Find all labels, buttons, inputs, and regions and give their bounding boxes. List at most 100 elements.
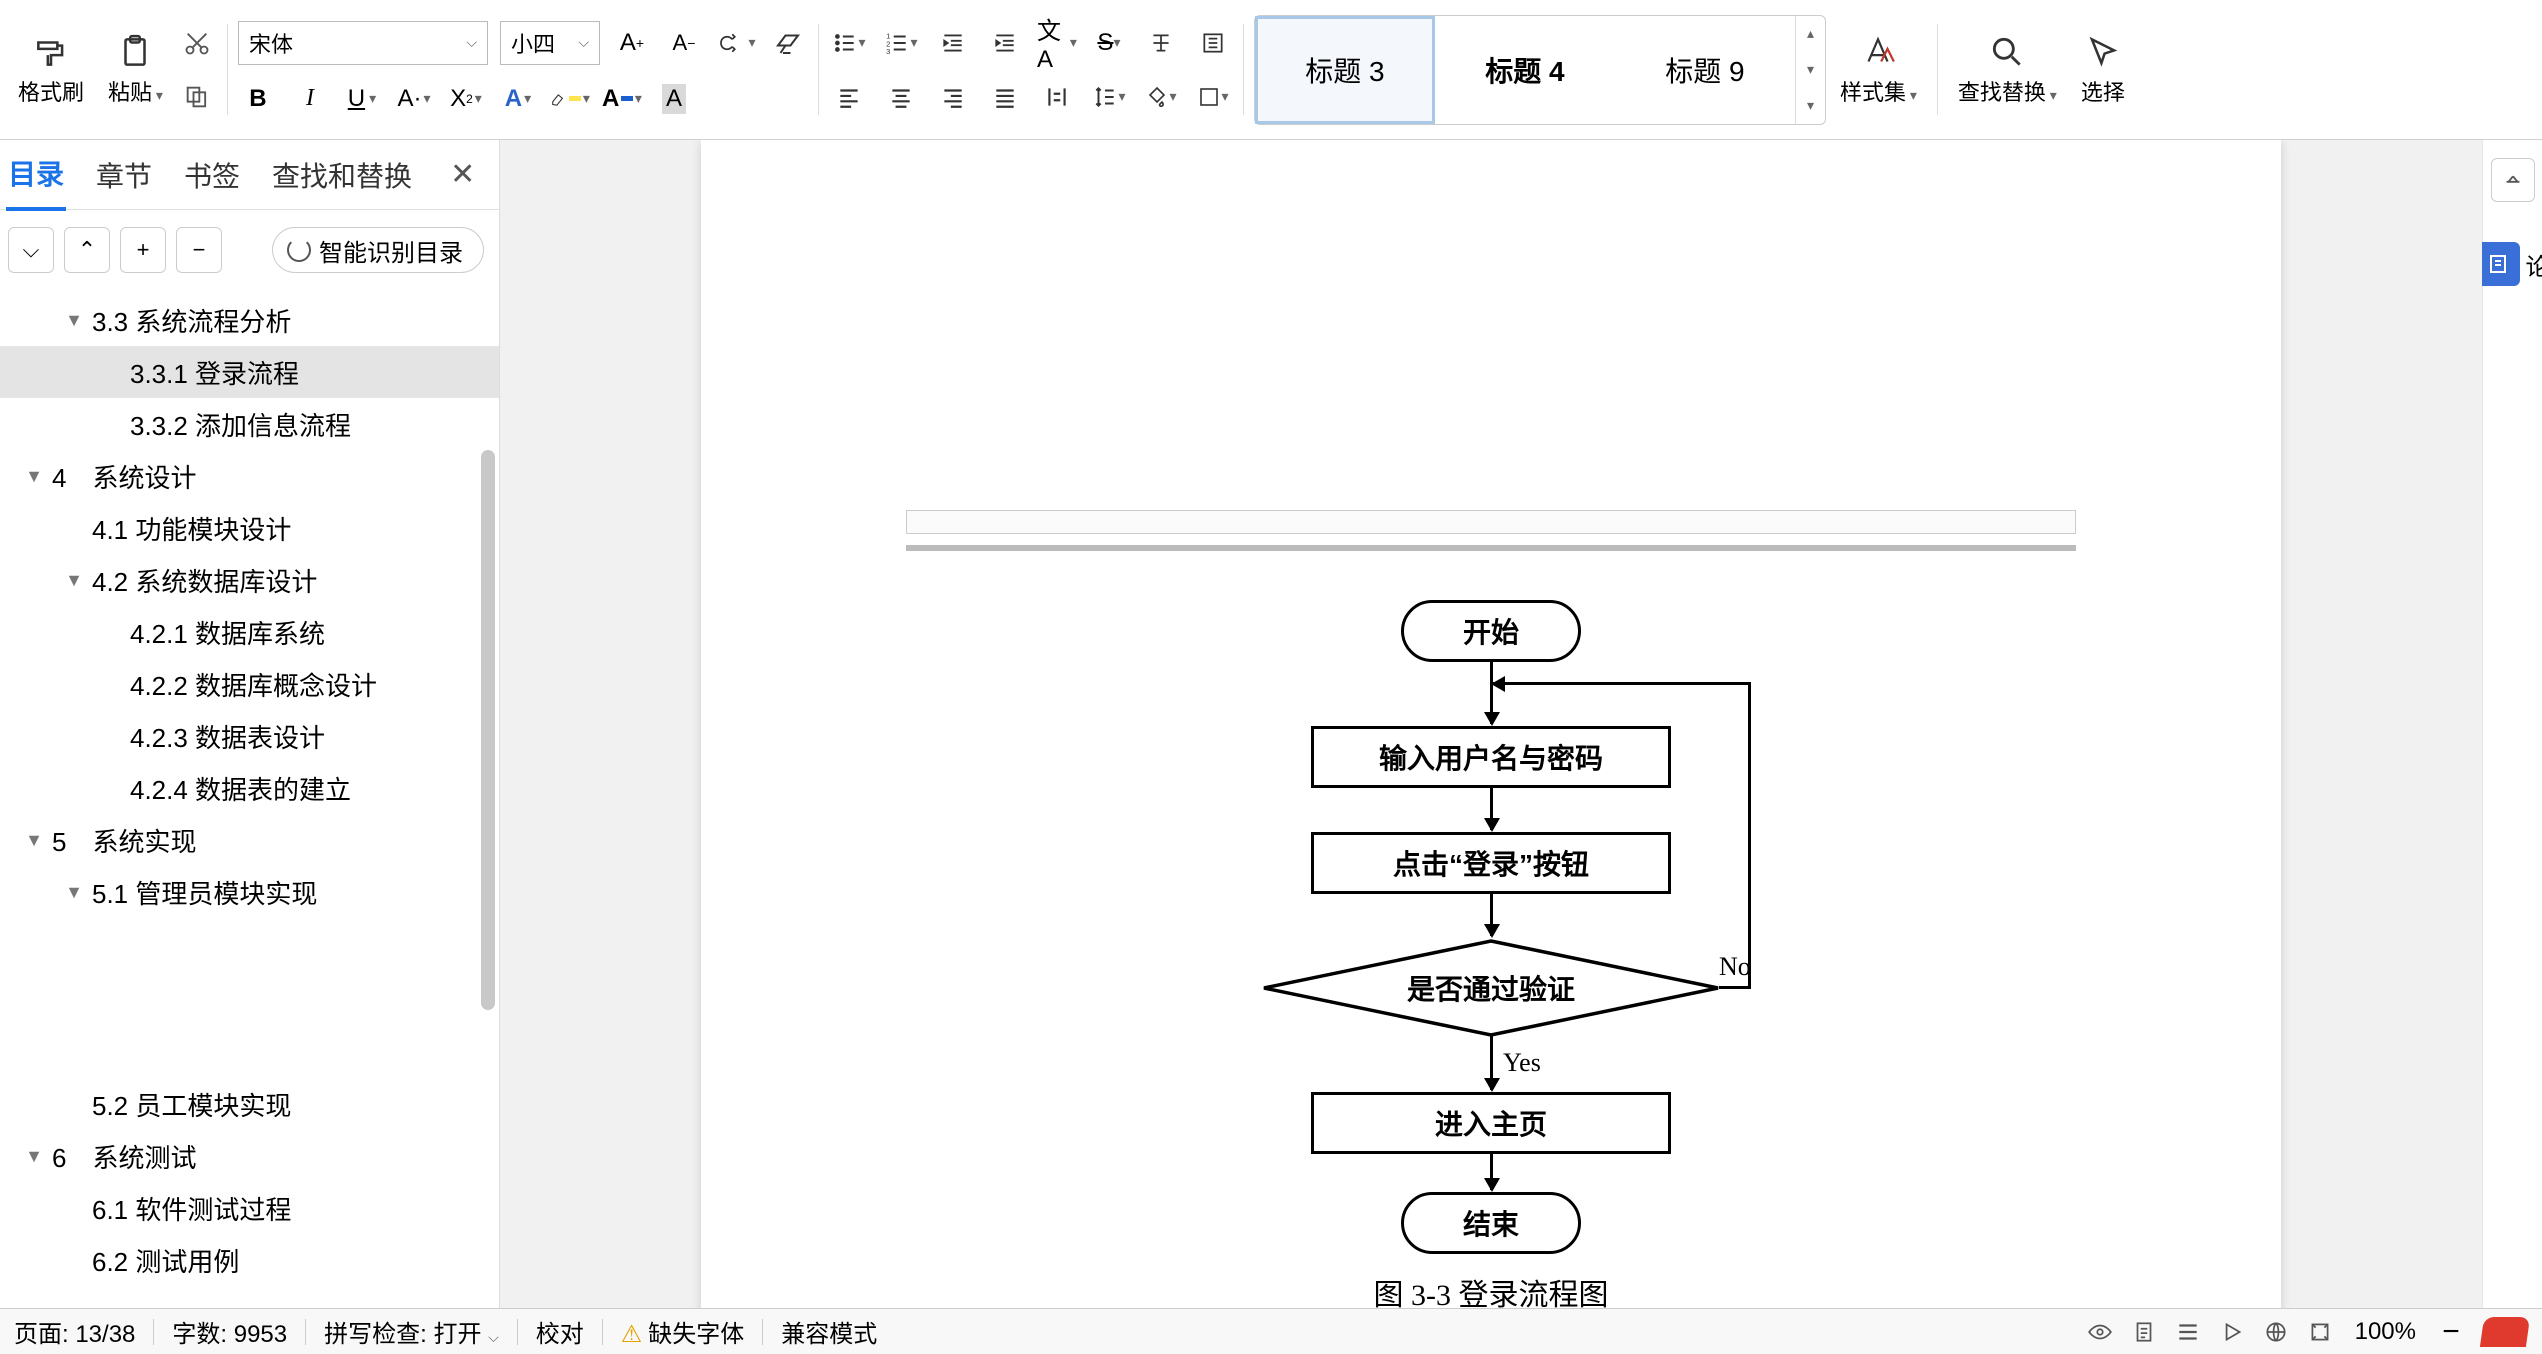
grow-font-button[interactable]: A+ [612,23,652,63]
shading-button[interactable]: ▾ [1141,77,1181,117]
view-globe-button[interactable] [2257,1313,2295,1351]
tab-bookmark[interactable]: 书签 [182,141,242,209]
select-button[interactable]: 选择 [2071,27,2135,113]
phonetic-guide-button[interactable] [1141,23,1181,63]
zoom-level[interactable]: 100% [2355,1318,2416,1346]
document-canvas[interactable]: 开始 输入用户名与密码 点击“登录”按钮 是否通过验证 No [500,140,2482,1308]
nav-remove-button[interactable]: − [176,227,222,273]
cut-button[interactable] [177,23,217,63]
expand-icon[interactable]: ▼ [22,466,46,487]
style-scroll-down[interactable]: ▾ [1796,52,1825,88]
tab-find-replace[interactable]: 查找和替换 [270,141,414,209]
style-expand[interactable]: ▾ [1796,88,1825,124]
style-heading-9[interactable]: 标题 9 [1615,16,1795,124]
status-missing-font[interactable]: ⚠缺失字体 [621,1314,745,1349]
bold-button[interactable]: B [238,79,278,119]
outline-scrollbar[interactable] [481,450,495,1010]
outline-item[interactable]: 3.3.2 添加信息流程 [0,398,499,450]
outline-item[interactable]: ▼4 系统设计 [0,450,499,502]
view-print-button[interactable] [2125,1313,2163,1351]
status-compat-mode[interactable]: 兼容模式 [781,1314,877,1349]
char-border-button[interactable] [1193,23,1233,63]
outline-item[interactable]: 4.2.1 数据库系统 [0,606,499,658]
zoom-out-button[interactable]: − [2432,1313,2470,1351]
align-right-button[interactable] [933,77,973,117]
char-shading-button[interactable]: A [654,79,694,119]
outline-item[interactable]: ▼6 系统测试 [0,1130,499,1182]
increase-indent-button[interactable] [985,23,1025,63]
style-scroll-up[interactable]: ▴ [1796,16,1825,52]
status-proof[interactable]: 校对 [536,1314,584,1349]
style-heading-3[interactable]: 标题 3 [1255,16,1435,124]
fit-page-button[interactable] [2301,1313,2339,1351]
strike-button[interactable]: S▾ [1089,23,1129,63]
expand-icon[interactable]: ▼ [22,1146,46,1167]
bullets-button[interactable]: ▾ [829,23,869,63]
align-center-button[interactable] [881,77,921,117]
status-page[interactable]: 页面: 13/38 [14,1314,135,1349]
tab-chapter[interactable]: 章节 [94,141,154,209]
outline-tree[interactable]: ▼3.3 系统流程分析3.3.1 登录流程3.3.2 添加信息流程▼4 系统设计… [0,290,499,1308]
font-size-select[interactable]: 小四⌵ [500,21,600,65]
outline-item[interactable]: ▼4.2 系统数据库设计 [0,554,499,606]
clear-format-button[interactable] [768,23,808,63]
ime-indicator-icon[interactable] [2480,1317,2530,1347]
close-pane-button[interactable]: ✕ [442,157,483,192]
expand-icon[interactable]: ▼ [22,830,46,851]
paste-button[interactable]: 粘贴 ▾ [98,27,173,113]
nav-up-button[interactable]: ⌃ [64,227,110,273]
highlight-button[interactable]: ▾ [550,79,590,119]
outline-item[interactable]: 6.2 测试用例 [0,1234,499,1286]
view-reading-button[interactable] [2081,1313,2119,1351]
distribute-button[interactable] [1037,77,1077,117]
outline-item[interactable]: 4.2.3 数据表设计 [0,710,499,762]
find-replace-button[interactable]: 查找替换 ▾ [1948,27,2067,113]
style-heading-4[interactable]: 标题 4 [1435,16,1615,124]
styles-pane-label: 样式集 [1840,80,1906,105]
outline-item[interactable]: 6.1 软件测试过程 [0,1182,499,1234]
copy-button[interactable] [177,77,217,117]
align-left-button[interactable] [829,77,869,117]
status-spellcheck[interactable]: 拼写检查: 打开 ⌵ [324,1314,499,1349]
line-spacing-button[interactable]: ▾ [1089,77,1129,117]
nav-add-button[interactable]: + [120,227,166,273]
chevron-down-icon: ▾ [369,90,376,107]
outline-item[interactable]: 3.3.1 登录流程 [0,346,499,398]
numbering-button[interactable]: 123▾ [881,23,921,63]
superscript-button[interactable]: X2▾ [446,79,486,119]
font-color-button[interactable]: A▾ [602,79,642,119]
decrease-indent-button[interactable] [933,23,973,63]
outline-item[interactable]: 4.2.4 数据表的建立 [0,762,499,814]
shrink-font-button[interactable]: A− [664,23,704,63]
outline-item-label: 4.1 功能模块设计 [92,510,291,547]
text-direction-button[interactable]: 文A▾ [1037,23,1077,63]
thesis-panel-button[interactable] [2476,242,2520,286]
outline-item[interactable]: 4.2.2 数据库概念设计 [0,658,499,710]
align-justify-button[interactable] [985,77,1025,117]
expand-icon[interactable]: ▼ [62,570,86,591]
borders-button[interactable]: ▾ [1193,77,1233,117]
expand-icon[interactable]: ▼ [62,310,86,331]
tab-toc[interactable]: 目录 [6,139,66,211]
underline-button[interactable]: U▾ [342,79,382,119]
outline-item[interactable]: 5.2 员工模块实现 [0,1078,499,1130]
view-web-button[interactable] [2213,1313,2251,1351]
emphasis-button[interactable]: A·▾ [394,79,434,119]
change-case-button[interactable]: ▾ [716,23,756,63]
text-effects-button[interactable]: A▾ [498,79,538,119]
collapse-rail-button[interactable] [2491,158,2535,202]
italic-button[interactable]: I [290,79,330,119]
font-family-select[interactable]: 宋体⌵ [238,21,488,65]
outline-item[interactable]: ▼3.3 系统流程分析 [0,294,499,346]
outline-item[interactable]: 4.1 功能模块设计 [0,502,499,554]
view-outline-button[interactable] [2169,1313,2207,1351]
format-painter-button[interactable]: 格式刷 [8,27,94,113]
page: 开始 输入用户名与密码 点击“登录”按钮 是否通过验证 No [701,140,2281,1308]
outline-item[interactable]: ▼5.1 管理员模块实现 [0,866,499,918]
styles-pane-button[interactable]: 样式集 ▾ [1830,27,1927,113]
status-words[interactable]: 字数: 9953 [172,1314,287,1349]
nav-down-button[interactable]: ⌵ [8,227,54,273]
outline-item[interactable]: ▼5 系统实现 [0,814,499,866]
expand-icon[interactable]: ▼ [62,882,86,903]
smart-toc-button[interactable]: 智能识别目录 [272,227,484,273]
